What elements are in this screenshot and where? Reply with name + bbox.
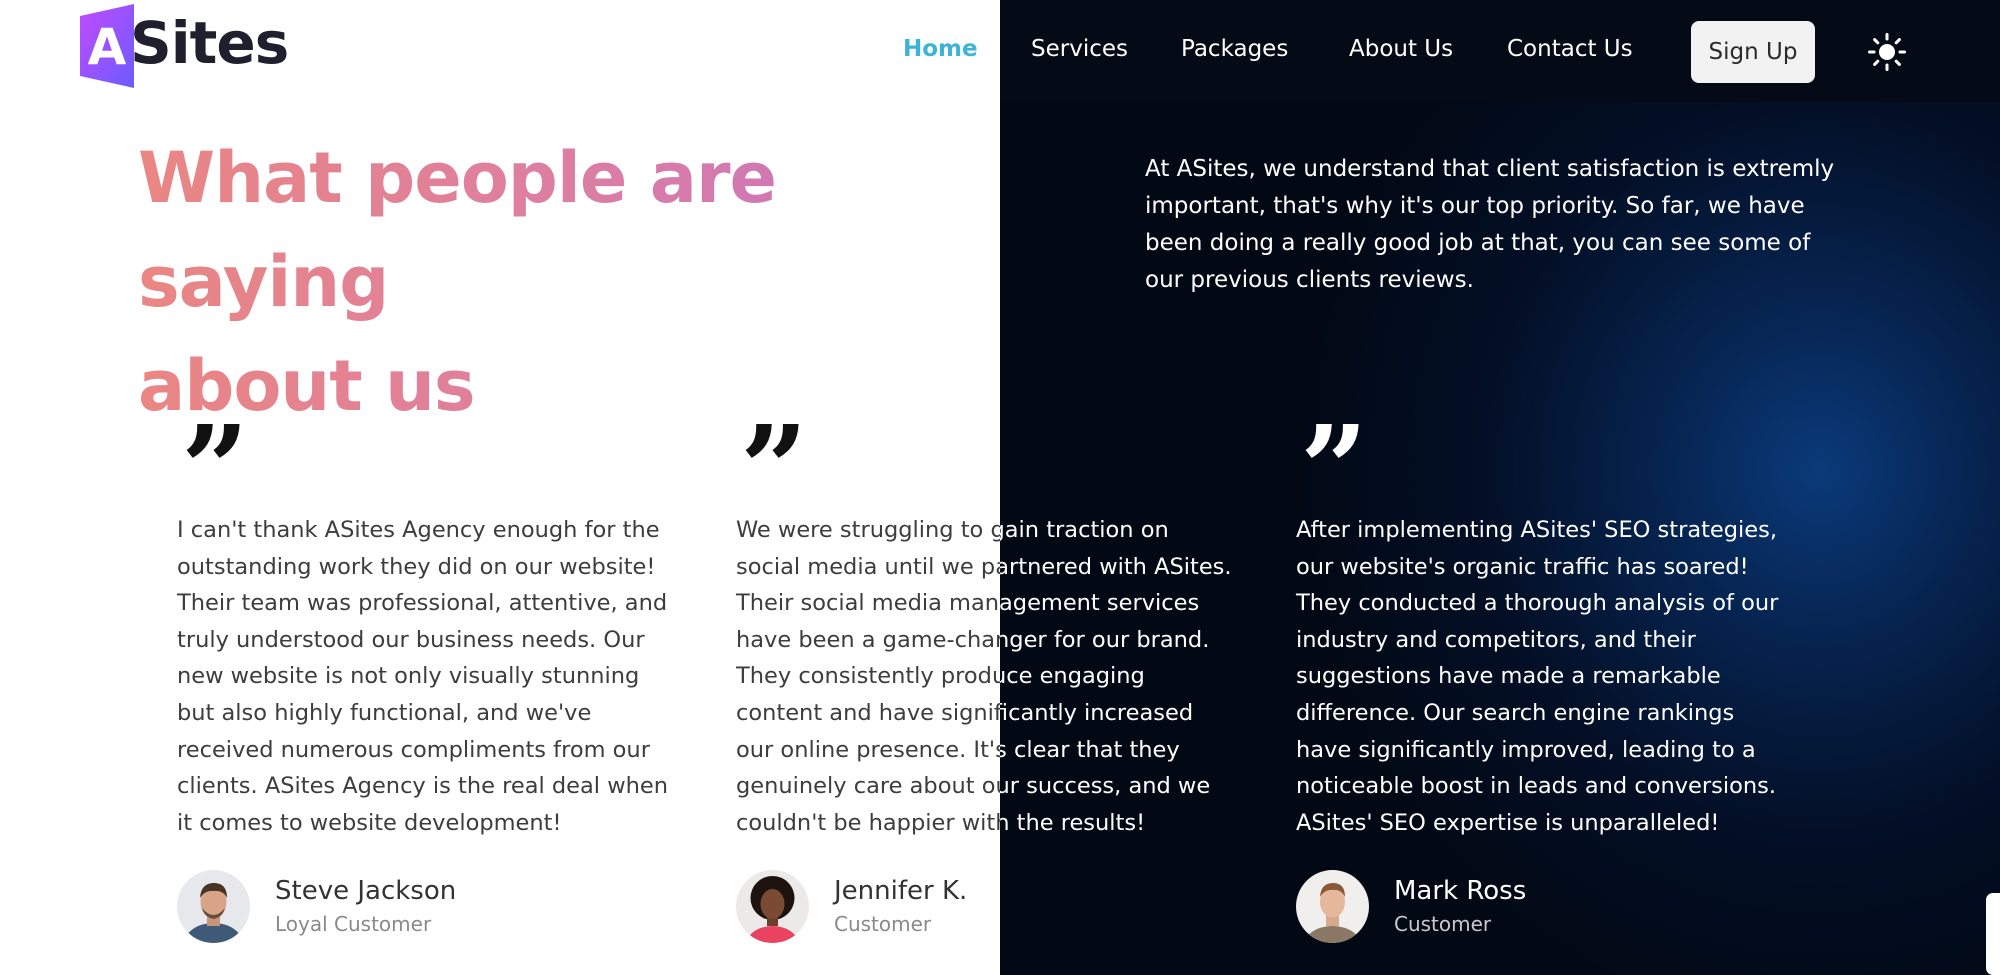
logo-mark-icon: A — [78, 2, 136, 88]
nav-link-about-us[interactable]: About Us — [1349, 36, 1453, 62]
nav-link-services[interactable]: Services — [1031, 36, 1128, 62]
quote-icon: ” — [181, 399, 249, 538]
author-role: Customer — [1394, 911, 1492, 936]
nav-link-contact-us[interactable]: Contact Us — [1507, 36, 1633, 62]
avatar — [736, 870, 809, 944]
nav-link-packages[interactable]: Packages — [1181, 36, 1288, 62]
brand-name: Sites — [130, 9, 289, 77]
author-role: Loyal Customer — [275, 911, 432, 936]
author-role: Customer — [834, 911, 932, 936]
author-name: Jennifer K. — [834, 875, 968, 906]
testimonial-text: We were struggling to gain traction on s… — [736, 517, 1000, 836]
logo-letter: A — [88, 18, 127, 76]
testimonial-author: Jennifer K. Customer — [1000, 870, 1256, 943]
testimonial-author: Jennifer K. Customer — [736, 870, 1000, 944]
testimonial-author: Steve Jackson Loyal Customer — [177, 870, 697, 944]
sign-up-button[interactable]: Sign Up — [1691, 21, 1815, 83]
author-name: Mark Ross — [1394, 875, 1527, 906]
testimonial-card: ” I can't thank ASites Agency enough for… — [177, 399, 697, 944]
testimonial-text: We were struggling to gain traction on s… — [1000, 517, 1232, 836]
quote-icon: ” — [1300, 399, 1368, 538]
author-name: Steve Jackson — [275, 875, 457, 906]
testimonial-card: ” After implementing ASites' SEO strateg… — [1296, 399, 1816, 944]
brand-logo[interactable]: A Sites — [78, 2, 289, 88]
avatar — [177, 870, 250, 944]
testimonial-card: ” We were struggling to gain traction on… — [1000, 410, 1256, 943]
testimonials-dark: ” We were struggling to gain traction on… — [1000, 0, 2000, 975]
testimonial-author: Mark Ross Customer — [1296, 870, 1816, 944]
sun-icon[interactable] — [1868, 33, 1906, 71]
scrollbar-thumb[interactable] — [1986, 893, 2000, 975]
nav-link-home[interactable]: Home — [903, 36, 978, 62]
quote-icon: ” — [740, 399, 808, 538]
avatar — [1296, 870, 1369, 944]
quote-icon: ” — [1000, 410, 1256, 482]
testimonial-card: ” We were struggling to gain traction on… — [736, 399, 1000, 944]
testimonial-text: I can't thank ASites Agency enough for t… — [177, 517, 668, 836]
testimonial-text: After implementing ASites' SEO strategie… — [1296, 517, 1779, 836]
testimonials-light: ” I can't thank ASites Agency enough for… — [0, 0, 1000, 975]
